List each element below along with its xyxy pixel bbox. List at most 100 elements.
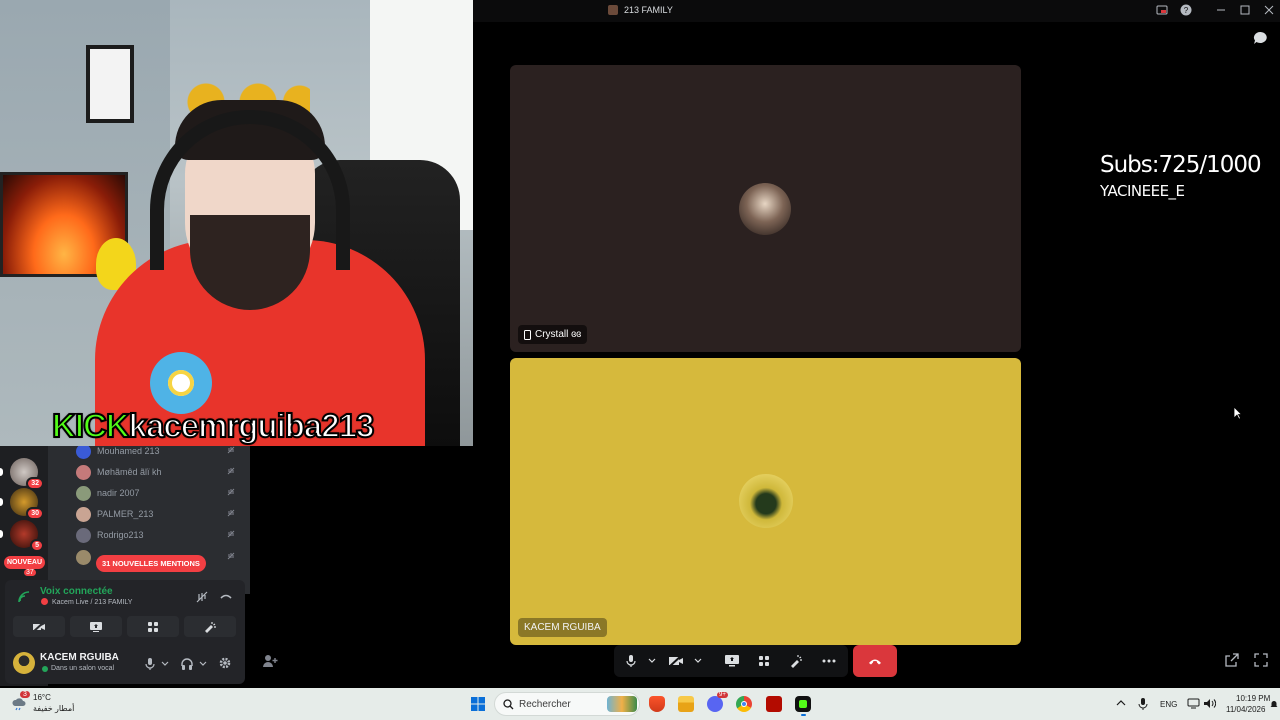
gear-icon[interactable] [218,656,232,670]
user-avatar[interactable] [13,652,35,674]
search-placeholder: Rechercher [519,698,571,710]
noise-suppression-icon[interactable] [195,590,209,604]
unread-pill [0,468,3,476]
adobe-icon[interactable] [766,696,782,712]
taskbar-search[interactable]: Rechercher [494,692,640,716]
call-control-bar [614,645,848,677]
member-name: PALMER_213 [97,509,154,519]
help-icon[interactable]: ? [1180,4,1192,16]
chrome-icon[interactable] [736,696,752,712]
new-mentions-pill[interactable]: 31 NOUVELLES MENTIONS [96,555,206,572]
brave-browser-icon[interactable] [649,696,665,712]
language-indicator[interactable]: ENG [1160,700,1177,709]
avatar [76,506,91,522]
chevron-down-icon[interactable] [648,658,656,664]
mention-badge: 5 [30,539,44,552]
volume-icon[interactable] [1203,698,1216,709]
avatar [76,446,91,459]
share-screen-button[interactable] [70,616,122,637]
participant-avatar [739,474,793,528]
fullscreen-icon[interactable] [1254,653,1268,667]
discord-icon[interactable] [707,696,723,712]
activities-button[interactable] [127,616,179,637]
list-item[interactable]: nadir 2007 [76,484,235,502]
server-icon[interactable]: 5 [10,520,44,552]
activities-icon[interactable] [758,655,770,667]
chevron-down-icon[interactable] [694,658,702,664]
chrome-center [741,701,747,707]
camera-off-button[interactable] [13,616,65,637]
headphones-icon[interactable] [181,657,193,671]
more-options-icon[interactable] [822,659,836,663]
network-icon[interactable] [1187,698,1200,709]
soundboard-icon[interactable] [789,654,803,668]
new-servers-count: 37 [24,569,36,576]
new-servers-badge[interactable]: NOUVEAU [4,556,46,569]
voice-channel-name[interactable]: Kacem Live / 213 FAMILY [52,599,132,606]
list-item[interactable] [76,548,235,566]
chat-icon[interactable] [1253,31,1268,45]
chevron-down-icon[interactable] [199,661,207,667]
server-icon[interactable]: 32 [10,458,44,490]
wall-frame [86,45,134,123]
avatar [76,527,91,543]
screen-share-icon[interactable] [724,654,740,668]
member-name: Rodrigo213 [97,530,144,540]
app-icon[interactable] [795,696,811,712]
app-icon-mark [799,700,807,708]
disconnect-icon[interactable] [219,590,233,604]
chevron-down-icon[interactable] [161,661,169,667]
weather-temperature[interactable]: 16°C [33,693,51,702]
discord-badge: 9+ [717,692,728,698]
search-highlight-icon [607,696,637,712]
notifications-icon[interactable] [1270,700,1278,709]
list-item[interactable]: Mouhamed 213 [76,446,235,460]
camera-off-icon [32,620,45,633]
microphone-icon[interactable] [626,654,636,668]
minimize-icon[interactable] [1216,5,1226,15]
signal-icon[interactable] [17,590,31,604]
user-status: Dans un salon vocal [51,665,115,672]
maximize-icon[interactable] [1240,5,1250,15]
file-explorer-icon[interactable] [678,696,694,712]
member-name: Møhãmêd ãlï kh [97,467,162,477]
list-item[interactable]: Møhãmêd ãlï kh [76,463,235,481]
window-title-text: 213 FAMILY [624,5,673,15]
avatar [76,464,91,480]
participant-nametag: KACEM RGUIBA [518,618,607,637]
close-icon[interactable] [1264,5,1274,15]
participant-tile[interactable]: KACEM RGUIBA [510,358,1021,645]
windows-start-icon[interactable] [470,696,486,712]
participant-tile[interactable]: Crystall ɞɞ [510,65,1021,352]
user-name[interactable]: KACEM RGUIBA [40,652,119,663]
mention-badge: 30 [26,507,44,520]
list-item[interactable]: Rodrigo213 [76,526,235,544]
soundboard-button[interactable] [184,616,236,637]
unread-pill [0,498,3,506]
pop-out-icon[interactable] [1225,653,1239,667]
clock-time[interactable]: 10:19 PM [1236,694,1270,703]
deafened-icon [227,509,235,517]
camera-off-icon[interactable] [668,654,684,668]
svg-text:?: ? [1184,6,1189,15]
subs-counter: Subs:725/1000 [1100,152,1262,178]
voice-status[interactable]: Voix connectée [40,586,113,597]
windows-taskbar [0,688,1280,720]
server-icon [608,5,618,15]
participant-name: KACEM RGUIBA [524,622,601,633]
chevron-up-icon[interactable] [1116,699,1126,707]
screen-share-icon [90,621,102,632]
server-icon[interactable]: 30 [10,488,44,520]
user-panel: KACEM RGUIBA Dans un salon vocal [5,644,245,684]
invite-user-icon[interactable] [262,654,278,668]
kick-banner: KICK kacemrguiba213 [51,406,375,445]
clock-date[interactable]: 11/04/2026 [1226,705,1265,714]
microphone-icon[interactable] [145,657,155,671]
microphone-icon[interactable] [1138,697,1148,710]
mouse-cursor-icon [1233,406,1242,420]
hang-up-icon [869,659,881,665]
leave-call-button[interactable] [853,645,897,677]
picture-in-picture-icon[interactable] [1156,5,1168,16]
weather-description[interactable]: أمطار خفيفة [33,704,74,713]
list-item[interactable]: PALMER_213 [76,505,235,523]
